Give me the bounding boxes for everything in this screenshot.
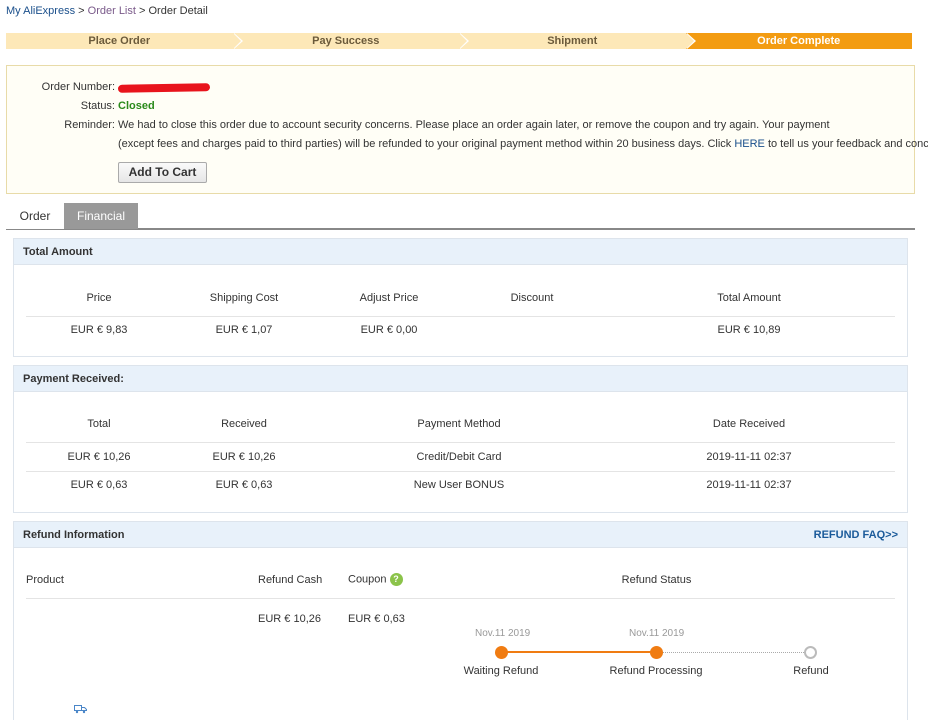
adjust-price-value: EUR € 0,00 <box>360 324 418 336</box>
column-header-total-amount: Total Amount <box>717 292 781 304</box>
payment-method-value: Credit/Debit Card <box>416 451 502 463</box>
reminder-text-line1: We had to close this order due to accoun… <box>118 119 830 131</box>
timeline-pending-line <box>662 652 808 653</box>
timeline-date-refund-processing: Nov.11 2019 <box>629 628 685 639</box>
order-progress-steps: Place Order Pay Success Shipment Order C… <box>6 33 912 49</box>
column-header-coupon: Coupon? <box>348 573 403 586</box>
shipping-cost-value: EUR € 1,07 <box>215 324 273 336</box>
detail-tabs: Order Financial <box>6 203 915 230</box>
timeline-dot-waiting-refund <box>495 646 508 659</box>
order-info-box: Order Number: Status: Closed Reminder: W… <box>6 65 928 194</box>
payment-method-value: New User BONUS <box>413 479 505 491</box>
breadcrumb-current: Order Detail <box>148 5 208 17</box>
divider <box>26 598 895 599</box>
refund-information-panel: Refund Information REFUND FAQ>> Product … <box>13 521 908 720</box>
status-value: Closed <box>118 100 155 112</box>
payment-received-panel: Payment Received: Total Received Payment… <box>13 365 908 513</box>
column-header-total: Total <box>87 418 111 430</box>
column-header-price: Price <box>86 292 112 304</box>
divider <box>26 316 895 317</box>
payment-total-value: EUR € 0,63 <box>70 479 128 491</box>
divider <box>26 471 895 472</box>
column-header-product: Product <box>26 574 64 586</box>
payment-received-title: Payment Received: <box>14 366 907 392</box>
payment-received-value: EUR € 10,26 <box>212 451 276 463</box>
here-link[interactable]: HERE <box>734 138 765 150</box>
refund-information-header: Refund Information REFUND FAQ>> <box>14 522 907 548</box>
coupon-value: EUR € 0,63 <box>348 613 405 625</box>
price-value: EUR € 9,83 <box>70 324 128 336</box>
step-shipment: Shipment <box>459 33 695 49</box>
coupon-header-label: Coupon <box>348 573 387 586</box>
payment-total-value: EUR € 10,26 <box>67 451 131 463</box>
column-header-received: Received <box>221 418 267 430</box>
step-place-order: Place Order <box>6 33 242 49</box>
tab-financial[interactable]: Financial <box>64 203 138 229</box>
reminder-text-part: (except fees and charges paid to third p… <box>118 138 735 150</box>
reminder-label: Reminder: <box>64 119 115 131</box>
timeline-date-waiting-refund: Nov.11 2019 <box>475 628 531 639</box>
breadcrumb: My AliExpress > Order List > Order Detai… <box>6 5 208 17</box>
reminder-text-line2: (except fees and charges paid to third p… <box>118 138 928 150</box>
add-to-cart-button[interactable]: Add To Cart <box>118 162 207 183</box>
timeline-progress-line <box>501 651 656 653</box>
total-amount-panel: Total Amount Price Shipping Cost Adjust … <box>13 238 908 357</box>
step-order-complete: Order Complete <box>685 33 912 49</box>
divider <box>26 442 895 443</box>
timeline-dot-refund <box>804 646 817 659</box>
help-icon[interactable]: ? <box>389 573 403 586</box>
status-label: Status: <box>80 100 115 112</box>
column-header-payment-method: Payment Method <box>417 418 501 430</box>
timeline-label-refund: Refund <box>793 665 829 677</box>
timeline-label-refund-processing: Refund Processing <box>609 665 703 677</box>
refund-faq-link[interactable]: REFUND FAQ>> <box>814 522 898 548</box>
breadcrumb-separator: > <box>78 5 85 17</box>
column-header-adjust-price: Adjust Price <box>359 292 419 304</box>
refund-information-title: Refund Information <box>23 529 125 541</box>
breadcrumb-my-aliexpress[interactable]: My AliExpress <box>6 5 75 17</box>
total-amount-value: EUR € 10,89 <box>717 324 781 336</box>
column-header-refund-cash: Refund Cash <box>258 574 323 586</box>
payment-date-value: 2019-11-11 02:37 <box>706 479 792 491</box>
truck-icon[interactable] <box>74 704 87 714</box>
order-number-label: Order Number: <box>41 81 115 93</box>
column-header-discount: Discount <box>510 292 554 304</box>
timeline-dot-refund-processing <box>650 646 663 659</box>
reminder-text-part: to tell us your feedback and concerns. <box>767 138 928 150</box>
refund-cash-value: EUR € 10,26 <box>258 613 321 625</box>
payment-received-value: EUR € 0,63 <box>215 479 273 491</box>
step-pay-success: Pay Success <box>232 33 469 49</box>
payment-date-value: 2019-11-11 02:37 <box>706 451 792 463</box>
tab-order[interactable]: Order <box>6 203 64 229</box>
order-number-redacted <box>117 81 211 95</box>
timeline-label-waiting-refund: Waiting Refund <box>463 665 539 677</box>
column-header-refund-status: Refund Status <box>621 574 692 586</box>
column-header-shipping-cost: Shipping Cost <box>209 292 279 304</box>
column-header-date-received: Date Received <box>712 418 786 430</box>
breadcrumb-order-list[interactable]: Order List <box>88 5 136 17</box>
breadcrumb-separator: > <box>139 5 146 17</box>
total-amount-title: Total Amount <box>14 239 907 265</box>
